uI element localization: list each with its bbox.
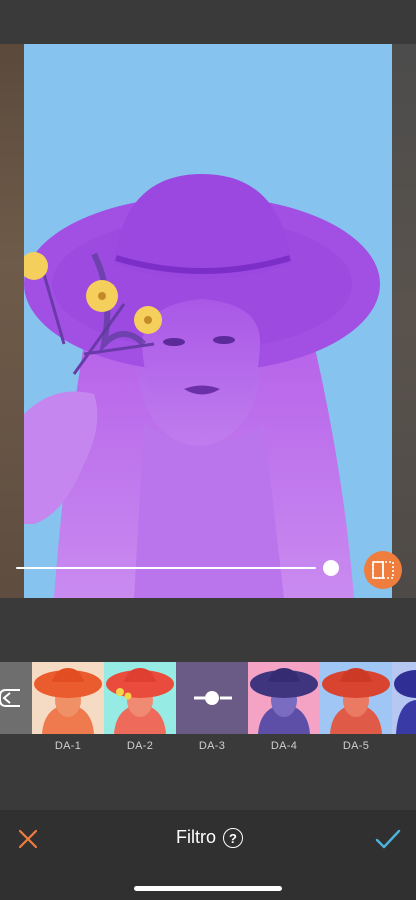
back-arrow-icon <box>0 689 20 707</box>
filter-label-da-5: DA-5 <box>342 740 370 752</box>
compare-icon <box>372 561 394 579</box>
filter-thumb-da-2[interactable] <box>104 662 176 734</box>
filter-label-da-1: DA-1 <box>54 740 82 752</box>
image-canvas <box>0 44 416 598</box>
filter-thumb-image <box>32 662 104 734</box>
check-icon <box>375 829 401 849</box>
confirm-button[interactable] <box>374 825 402 853</box>
adjust-slider-icon <box>176 662 248 734</box>
filter-label-da-2: DA-2 <box>126 740 154 752</box>
filter-label-da-4: DA-4 <box>270 740 298 752</box>
close-icon <box>18 829 38 849</box>
filter-thumb-image <box>104 662 176 734</box>
filter-thumb-image <box>248 662 320 734</box>
top-bar <box>0 0 416 44</box>
edited-photo[interactable] <box>24 44 392 598</box>
filter-thumb-da-5[interactable] <box>320 662 392 734</box>
home-indicator <box>134 886 282 891</box>
filter-strip <box>0 662 416 734</box>
intensity-slider-track[interactable] <box>16 567 316 569</box>
filter-thumb-image <box>320 662 392 734</box>
help-icon[interactable]: ? <box>223 828 243 848</box>
filter-label-da-3: DA-3 <box>198 740 226 752</box>
filter-thumb-da-1[interactable] <box>32 662 104 734</box>
photo-illustration <box>24 44 392 598</box>
compare-button[interactable] <box>364 551 402 589</box>
filter-thumb-image <box>392 662 416 734</box>
filter-thumb-da-4[interactable] <box>248 662 320 734</box>
intensity-slider-knob[interactable] <box>323 560 339 576</box>
filter-back[interactable] <box>0 662 32 734</box>
cancel-button[interactable] <box>14 825 42 853</box>
spacer <box>0 598 416 662</box>
tool-title: Filtro <box>176 827 216 847</box>
filter-thumb-da-3[interactable] <box>176 662 248 734</box>
background-blur-right <box>392 44 416 598</box>
background-blur-left <box>0 44 24 598</box>
filter-thumb-da-6[interactable] <box>392 662 416 734</box>
